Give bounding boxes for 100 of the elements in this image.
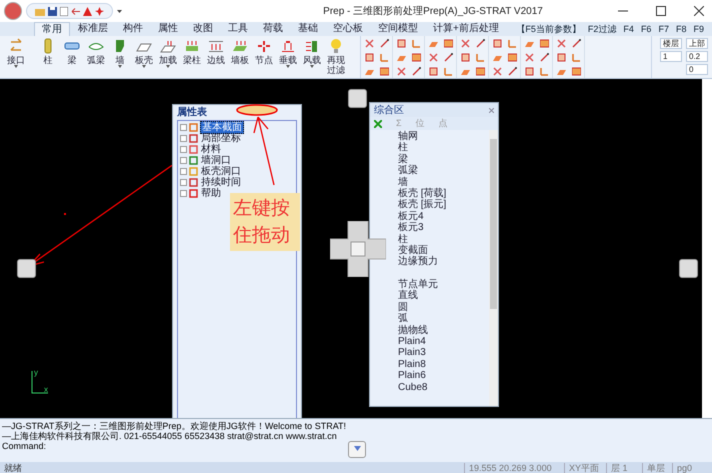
list-item[interactable]: Plain4	[398, 336, 489, 348]
angle-icon[interactable]	[444, 67, 453, 76]
angle-icon[interactable]	[508, 39, 517, 48]
cross-icon[interactable]	[429, 53, 438, 62]
tree-item[interactable]: 墙洞口	[200, 155, 232, 166]
save-icon[interactable]	[48, 6, 57, 16]
list-item[interactable]: 变截面	[398, 245, 489, 256]
slab-icon[interactable]	[525, 39, 534, 48]
ribbon-button[interactable]: 边线	[204, 36, 228, 65]
table-icon[interactable]	[412, 53, 421, 62]
dock-handle[interactable]	[679, 259, 698, 278]
ribbon-button[interactable]: 墙	[108, 36, 132, 68]
close-icon[interactable]	[694, 6, 704, 16]
list-item[interactable]: 轴网	[398, 131, 489, 142]
ribbon-tab[interactable]: 空心板	[326, 22, 370, 36]
list-item[interactable]: 板壳 [荷载]	[398, 188, 489, 200]
ribbon-tab[interactable]: 属性	[151, 22, 185, 36]
square-icon[interactable]	[397, 39, 406, 48]
ribbon-button[interactable]: 风载	[300, 36, 324, 68]
cross-icon[interactable]	[365, 39, 374, 48]
list-item[interactable]: Cube8	[398, 382, 489, 393]
ribbon-tab[interactable]: 改图	[186, 22, 220, 36]
slab-icon[interactable]	[365, 67, 374, 76]
ribbon-tab[interactable]: 工具	[221, 22, 255, 36]
document-icon[interactable]	[60, 6, 68, 16]
function-key[interactable]: F9	[693, 22, 704, 36]
square-icon[interactable]	[429, 67, 438, 76]
list-item[interactable]: 边缘预力	[398, 256, 489, 268]
tree-item[interactable]: 板壳洞口	[200, 166, 242, 177]
dock-compass-icon[interactable]	[330, 221, 386, 277]
line-icon[interactable]	[572, 39, 581, 48]
list-item[interactable]: 墙	[398, 176, 489, 188]
function-key[interactable]: F7	[658, 22, 669, 36]
ribbon-tab[interactable]: 荷载	[256, 22, 290, 36]
ribbon-tab[interactable]: 基础	[291, 22, 325, 36]
dropdown-field[interactable]: 0	[686, 64, 708, 75]
app-logo-icon[interactable]	[4, 2, 22, 20]
ribbon-button[interactable]: 加载	[156, 36, 180, 68]
tree-item[interactable]: 基本截面	[200, 121, 244, 134]
tree-item[interactable]: 持续时间	[200, 177, 242, 188]
cross-icon[interactable]	[461, 39, 470, 48]
ribbon-button[interactable]: 墙板	[228, 36, 252, 65]
list-item[interactable]: 弧梁	[398, 165, 489, 177]
slab-icon[interactable]	[429, 39, 438, 48]
line-icon[interactable]	[540, 53, 549, 62]
function-key[interactable]: F4	[623, 22, 634, 36]
maximize-icon[interactable]	[656, 6, 666, 16]
list-item[interactable]: Plain6	[398, 370, 489, 382]
ribbon-button[interactable]: 梁柱	[180, 36, 204, 65]
ribbon-button[interactable]: 梁	[60, 36, 84, 65]
slab-icon[interactable]	[397, 53, 406, 62]
command-prompt[interactable]: Command:	[2, 441, 710, 451]
tree-item[interactable]: 材料	[200, 144, 222, 155]
list-item[interactable]: 柱	[398, 234, 489, 246]
dropdown-field[interactable]: 0.2	[686, 51, 708, 62]
ribbon-tab[interactable]: 构件	[116, 22, 150, 36]
slab-icon[interactable]	[461, 67, 470, 76]
ribbon-button[interactable]: 弧梁	[84, 36, 108, 65]
line-icon[interactable]	[380, 39, 389, 48]
square-icon[interactable]	[461, 53, 470, 62]
line-icon[interactable]	[444, 53, 453, 62]
square-icon[interactable]	[365, 53, 374, 62]
angle-icon[interactable]	[476, 53, 485, 62]
star-icon[interactable]	[95, 6, 104, 16]
list-item[interactable]: 板元4	[398, 210, 489, 222]
dropdown-field[interactable]: 上部	[686, 38, 708, 49]
line-icon[interactable]	[476, 39, 485, 48]
cross-icon[interactable]	[397, 67, 406, 76]
slab-icon[interactable]	[493, 53, 502, 62]
list-item[interactable]: Plain8	[398, 358, 489, 370]
cross-icon[interactable]	[525, 53, 534, 62]
expand-button[interactable]	[348, 441, 366, 458]
square-icon[interactable]	[557, 53, 566, 62]
tree-item[interactable]: 帮助	[200, 188, 222, 199]
dock-handle[interactable]	[348, 89, 367, 108]
list-item[interactable]: 直线	[398, 290, 489, 302]
ribbon-tab[interactable]: 常用	[34, 22, 70, 36]
line-icon[interactable]	[508, 67, 517, 76]
function-key[interactable]: F6	[640, 22, 652, 36]
triangle-icon[interactable]	[83, 6, 92, 16]
function-key[interactable]: F2过滤	[588, 22, 616, 36]
square-icon[interactable]	[525, 67, 534, 76]
table-icon[interactable]	[476, 67, 485, 76]
scrollbar[interactable]	[489, 130, 498, 406]
list-item[interactable]: Plain3	[398, 347, 489, 359]
ribbon-tab[interactable]: 空间模型	[371, 22, 425, 36]
ribbon-button[interactable]: 接口	[4, 36, 28, 68]
ribbon-button[interactable]: 板壳	[132, 36, 156, 68]
ribbon-button[interactable]: 节点	[252, 36, 276, 65]
ribbon-tab[interactable]: 标准层	[71, 22, 115, 36]
function-key[interactable]: 【F5当前参数】	[516, 22, 581, 36]
dropdown-caret-icon[interactable]	[117, 10, 122, 12]
list-item[interactable]: 节点单元	[398, 278, 489, 290]
ribbon-button[interactable]: 柱	[36, 36, 60, 65]
list-item[interactable]: 圆	[398, 302, 489, 314]
table-icon[interactable]	[572, 67, 581, 76]
list-item[interactable]: 梁	[398, 154, 489, 166]
angle-icon[interactable]	[380, 53, 389, 62]
excel-icon[interactable]	[374, 120, 382, 128]
function-key[interactable]: F8	[676, 22, 686, 36]
